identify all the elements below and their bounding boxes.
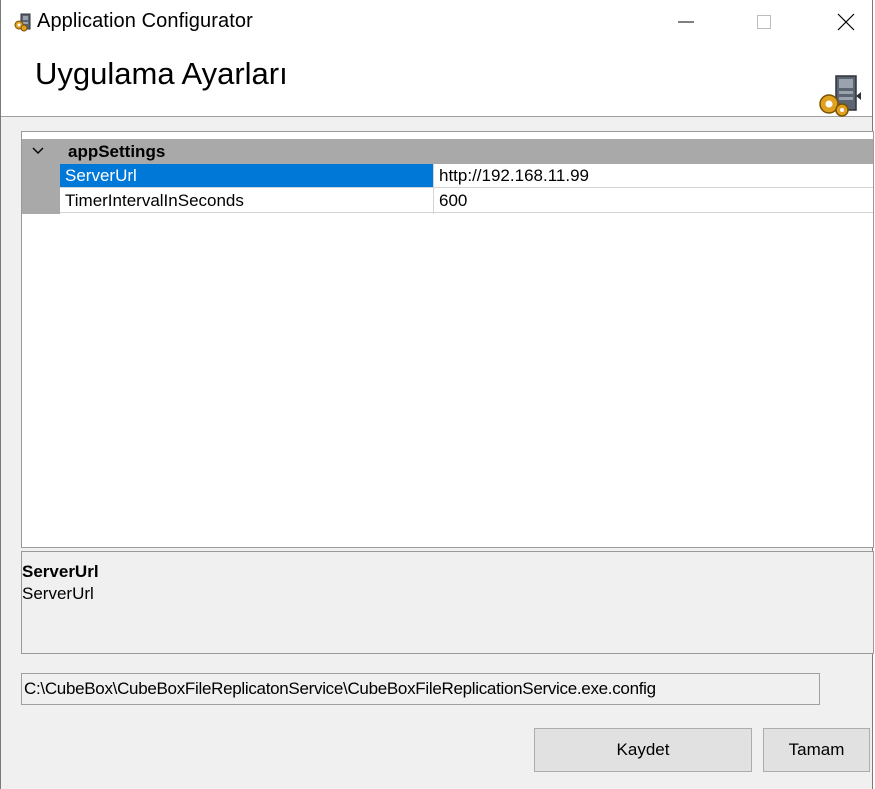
window-title: Application Configurator	[37, 10, 253, 32]
row-margin	[22, 164, 60, 189]
row-margin	[22, 189, 60, 214]
property-value[interactable]: 600	[434, 189, 873, 213]
page-title: Uygulama Ayarları	[35, 56, 288, 91]
ok-button[interactable]: Tamam	[763, 728, 870, 772]
category-row-appsettings[interactable]: appSettings	[22, 139, 873, 164]
description-title: ServerUrl	[22, 562, 99, 581]
description-text: ServerUrl	[22, 584, 94, 603]
property-row-serverurl[interactable]: ServerUrl http://192.168.11.99	[22, 164, 873, 189]
maximize-button[interactable]	[735, 0, 793, 44]
header-panel: Uygulama Ayarları	[1, 44, 872, 117]
save-button[interactable]: Kaydet	[534, 728, 752, 772]
category-label: appSettings	[68, 142, 166, 161]
chevron-down-icon[interactable]	[32, 145, 44, 157]
minimize-icon	[678, 21, 694, 23]
property-value[interactable]: http://192.168.11.99	[434, 164, 873, 188]
property-grid[interactable]: appSettings ServerUrl http://192.168.11.…	[21, 131, 874, 548]
minimize-button[interactable]	[657, 0, 715, 44]
app-config-icon	[819, 75, 861, 117]
property-name[interactable]: TimerIntervalInSeconds	[60, 189, 433, 213]
app-config-icon	[14, 13, 31, 32]
maximize-icon	[757, 15, 771, 29]
description-panel: ServerUrl ServerUrl	[21, 551, 874, 654]
app-window: Application Configurator Uygulama Ayarla…	[0, 0, 874, 789]
close-button[interactable]	[819, 0, 872, 44]
config-path-field[interactable]: C:\CubeBox\CubeBoxFileReplicatonService\…	[21, 673, 820, 705]
title-bar[interactable]: Application Configurator	[1, 0, 872, 44]
property-name[interactable]: ServerUrl	[60, 164, 433, 188]
property-row-timerinterval[interactable]: TimerIntervalInSeconds 600	[22, 189, 873, 214]
close-icon	[837, 13, 854, 31]
